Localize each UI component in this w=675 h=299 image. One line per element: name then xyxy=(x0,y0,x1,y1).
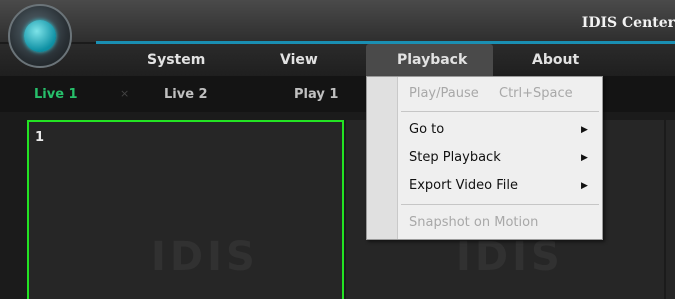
menu-icon-gutter xyxy=(367,77,398,239)
globe-icon xyxy=(24,20,56,52)
menu-separator xyxy=(401,111,599,112)
video-pane-3[interactable] xyxy=(666,120,675,299)
playback-dropdown-menu: Play/Pause Ctrl+Space Go to ▶ Step Playb… xyxy=(366,76,603,240)
idis-watermark: IDIS xyxy=(151,234,259,280)
title-bar: IDIS Center xyxy=(0,0,675,42)
menu-item-snapshot-on-motion[interactable]: Snapshot on Motion xyxy=(409,215,538,230)
submenu-arrow-icon: ▶ xyxy=(581,125,588,135)
tab-play-1[interactable]: Play 1 xyxy=(294,87,338,102)
idis-watermark: IDIS xyxy=(456,234,564,280)
menu-item-export-video-file[interactable]: Export Video File xyxy=(409,178,518,193)
menu-system[interactable]: System xyxy=(147,52,205,68)
tab-close-icon[interactable]: × xyxy=(120,87,129,100)
menu-separator xyxy=(401,204,599,205)
app-title: IDIS Center xyxy=(581,15,675,31)
submenu-arrow-icon: ▶ xyxy=(581,153,588,163)
idis-logo-icon[interactable] xyxy=(8,4,72,68)
menu-about[interactable]: About xyxy=(532,52,579,68)
shortcut-play-pause: Ctrl+Space xyxy=(499,86,573,101)
menu-bar: System View Playback About xyxy=(0,44,675,76)
menu-playback[interactable]: Playback xyxy=(366,44,493,76)
menu-playback-label: Playback xyxy=(397,52,468,68)
menu-item-play-pause[interactable]: Play/Pause xyxy=(409,86,479,101)
tab-live-2[interactable]: Live 2 xyxy=(164,87,208,102)
menu-item-step-playback[interactable]: Step Playback xyxy=(409,150,501,165)
pane-number: 1 xyxy=(35,130,45,145)
submenu-arrow-icon: ▶ xyxy=(581,181,588,191)
menu-item-go-to[interactable]: Go to xyxy=(409,122,444,137)
tab-live-1[interactable]: Live 1 xyxy=(34,87,78,102)
menu-view[interactable]: View xyxy=(280,52,318,68)
video-pane-1[interactable]: 1 IDIS xyxy=(27,120,344,299)
